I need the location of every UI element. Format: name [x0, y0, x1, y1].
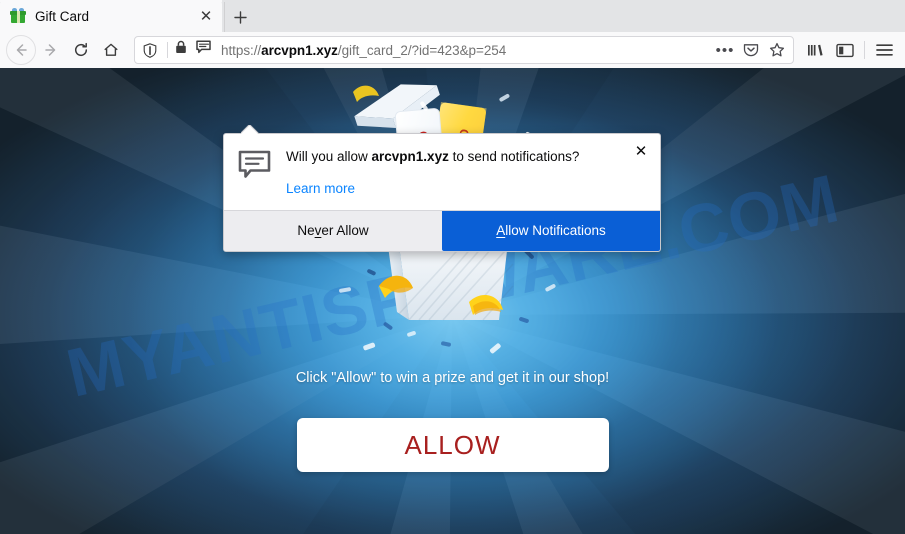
tracking-protection-shield-icon[interactable] — [140, 40, 160, 60]
learn-more-link[interactable]: Learn more — [286, 181, 355, 196]
library-icon[interactable] — [800, 35, 830, 65]
new-tab-button[interactable] — [224, 2, 256, 32]
allow-button[interactable]: ALLOW — [296, 418, 609, 472]
hamburger-menu-icon[interactable] — [869, 35, 899, 65]
question-domain: arcvpn1.xyz — [371, 149, 449, 164]
back-button[interactable] — [6, 35, 36, 65]
padlock-icon[interactable] — [175, 40, 193, 60]
url-bar[interactable]: https://arcvpn1.xyz/gift_card_2/?id=423&… — [134, 36, 794, 64]
star-icon[interactable] — [765, 38, 789, 62]
url-path: /gift_card_2/?id=423&p=254 — [337, 42, 507, 58]
url-domain: arcvpn1.xyz — [261, 42, 338, 58]
allow-notifications-button[interactable]: Allow Notifications — [442, 210, 660, 251]
reload-button[interactable] — [66, 35, 96, 65]
url-prefix: https:// — [221, 42, 262, 58]
tab-title: Gift Card — [35, 8, 90, 24]
notification-bubble-icon[interactable] — [196, 40, 216, 60]
permission-buttons: Never Allow Allow Notifications — [224, 209, 660, 251]
navigation-toolbar: https://arcvpn1.xyz/gift_card_2/?id=423&… — [0, 32, 905, 68]
page-actions-icon[interactable]: ••• — [713, 38, 737, 62]
browser-window: Gift Card ✕ https://arcvpn1.xyz/gift_car… — [0, 0, 905, 534]
question-suffix: to send notifications? — [448, 149, 580, 164]
toolbar-right — [800, 35, 899, 65]
popup-arrow — [241, 125, 259, 134]
notification-permission-popup: Will you allow arcvpn1.xyz to send notif… — [223, 133, 661, 252]
tab-gift-card[interactable]: Gift Card ✕ — [0, 0, 222, 32]
gift-box-icon — [10, 8, 26, 24]
permission-question: Will you allow arcvpn1.xyz to send notif… — [286, 148, 626, 167]
close-icon[interactable]: ✕ — [632, 142, 650, 160]
page-viewport: MYANTISPYWARE.COM — [0, 68, 905, 534]
tagline: Click "Allow" to win a prize and get it … — [295, 370, 610, 386]
sidebar-icon[interactable] — [830, 35, 860, 65]
question-prefix: Will you allow — [286, 149, 372, 164]
never-allow-button[interactable]: Never Allow — [224, 210, 442, 251]
notification-bubble-icon — [238, 148, 272, 198]
home-button[interactable] — [96, 35, 126, 65]
pocket-icon[interactable] — [739, 38, 763, 62]
tab-strip: Gift Card ✕ — [0, 0, 905, 32]
forward-button[interactable] — [36, 35, 66, 65]
tab-close-icon[interactable]: ✕ — [196, 6, 216, 26]
url-text[interactable]: https://arcvpn1.xyz/gift_card_2/?id=423&… — [216, 43, 713, 58]
